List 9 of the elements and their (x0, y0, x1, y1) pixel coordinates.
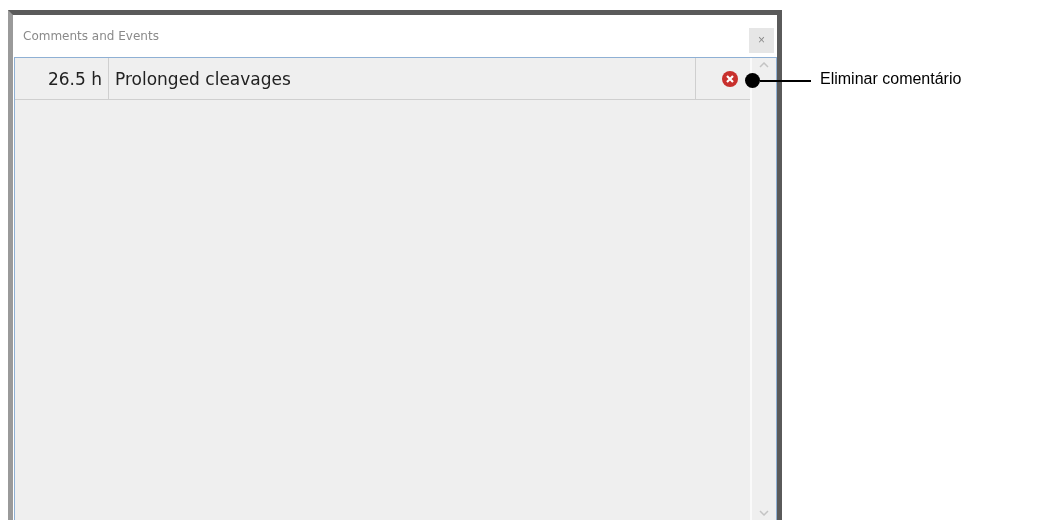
comment-cell: Prolonged cleavages (109, 58, 696, 99)
scroll-down-icon[interactable] (759, 510, 769, 516)
window-title: Comments and Events (23, 29, 159, 43)
callout-label: Eliminar comentário (820, 70, 962, 88)
close-button[interactable]: × (749, 27, 774, 53)
delete-button[interactable] (722, 70, 738, 87)
scroll-up-icon[interactable] (759, 62, 769, 68)
leader-line (760, 80, 811, 82)
time-cell: 26.5 h (15, 58, 109, 99)
